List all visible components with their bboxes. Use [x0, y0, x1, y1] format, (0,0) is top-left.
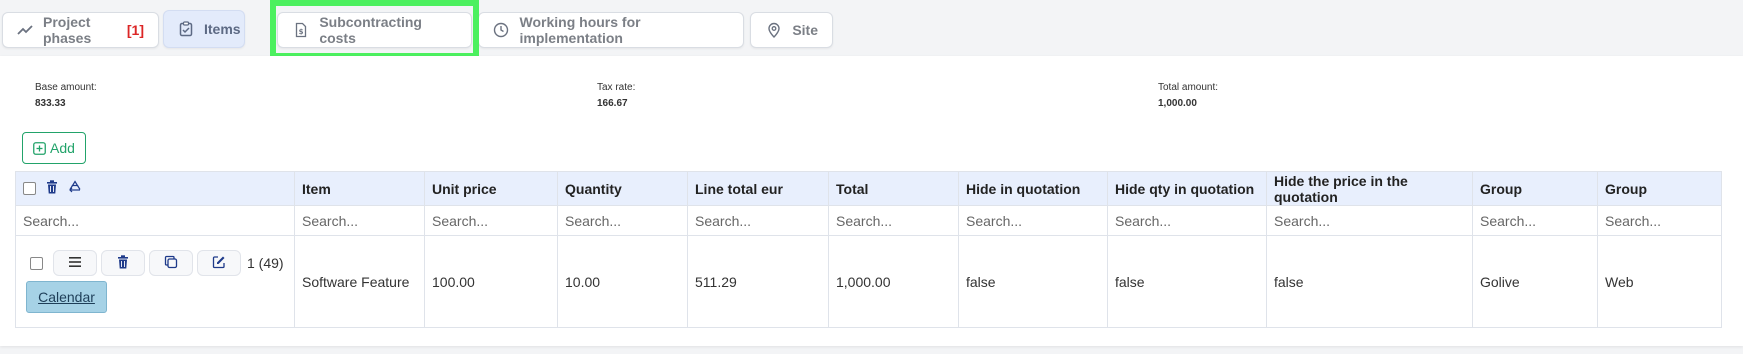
tab-working-hours[interactable]: Working hours for implementation: [478, 12, 744, 48]
table-row[interactable]: 1 (49) Calendar Software Feature 100.00 …: [15, 235, 1722, 328]
menu-icon: [68, 255, 82, 271]
total-amount-value: 1,000.00: [1158, 98, 1197, 109]
column-header-total[interactable]: Total: [828, 171, 959, 206]
search-input-select[interactable]: [23, 212, 287, 229]
cell-group: Golive: [1472, 235, 1598, 328]
search-input-total[interactable]: [836, 212, 951, 229]
svg-text:$: $: [298, 28, 303, 36]
row-copy-button[interactable]: [149, 250, 193, 276]
content-panel: Base amount: 833.33 Tax rate: 166.67 Tot…: [0, 56, 1743, 346]
row-delete-button[interactable]: [101, 250, 145, 276]
tab-label: Subcontracting costs: [319, 14, 422, 46]
column-header-line-total-eur[interactable]: Line total eur: [687, 171, 829, 206]
search-input-unit-price[interactable]: [432, 212, 550, 229]
trash-icon: [117, 254, 129, 272]
search-input-group-2[interactable]: [1605, 212, 1714, 229]
select-all-checkbox[interactable]: [23, 182, 36, 195]
search-input-hide-in-quotation[interactable]: [966, 212, 1100, 229]
tax-rate-label: Tax rate:: [597, 82, 636, 93]
cell-hide-qty: false: [1107, 235, 1267, 328]
tab-label: Items: [204, 21, 241, 37]
column-header-hide-qty[interactable]: Hide qty in quotation: [1107, 171, 1267, 206]
total-amount: Total amount: 1,000.00: [1158, 82, 1218, 109]
clipboard-check-icon: [178, 20, 194, 38]
tax-rate-value: 166.67: [597, 98, 628, 109]
recycle-icon[interactable]: [68, 180, 82, 197]
search-input-hide-price[interactable]: [1274, 212, 1465, 229]
trend-line-icon: [17, 21, 33, 39]
row-menu-button[interactable]: [53, 250, 97, 276]
column-header-quantity[interactable]: Quantity: [557, 171, 688, 206]
search-input-group[interactable]: [1480, 212, 1590, 229]
header-select-cell: [15, 171, 295, 206]
row-edit-button[interactable]: [197, 250, 241, 276]
column-header-group[interactable]: Group: [1472, 171, 1598, 206]
cell-quantity: 10.00: [557, 235, 688, 328]
search-input-hide-qty[interactable]: [1115, 212, 1259, 229]
cell-hide-in-quotation: false: [958, 235, 1108, 328]
calendar-button[interactable]: Calendar: [26, 281, 107, 313]
add-button[interactable]: Add: [22, 132, 86, 164]
total-amount-label: Total amount:: [1158, 82, 1219, 93]
row-checkbox[interactable]: [30, 256, 43, 270]
cell-unit-price: 100.00: [424, 235, 558, 328]
search-input-line-total[interactable]: [695, 212, 821, 229]
base-amount-value: 833.33: [35, 98, 66, 109]
clock-icon: [493, 21, 510, 39]
cell-line-total-eur: 511.29: [687, 235, 829, 328]
search-row: [15, 205, 1722, 236]
column-header-item[interactable]: Item: [294, 171, 425, 206]
base-amount-label: Base amount:: [35, 82, 97, 93]
items-table: Item Unit price Quantity Line total eur …: [15, 171, 1722, 328]
plus-square-icon: [33, 141, 46, 155]
edit-icon: [212, 255, 226, 272]
tab-items[interactable]: Items: [163, 10, 245, 48]
table-header-row: Item Unit price Quantity Line total eur …: [15, 171, 1722, 206]
tab-label: Project phases: [43, 14, 92, 46]
cell-item: Software Feature: [294, 235, 425, 328]
row-actions-cell: 1 (49) Calendar: [15, 235, 295, 328]
cell-total: 1,000.00: [828, 235, 959, 328]
column-header-unit-price[interactable]: Unit price: [424, 171, 558, 206]
tab-subcontracting-costs[interactable]: $ Subcontracting costs: [277, 12, 472, 48]
search-input-quantity[interactable]: [565, 212, 680, 229]
document-dollar-icon: $: [292, 21, 309, 39]
column-header-hide-price[interactable]: Hide the price in the quotation: [1266, 171, 1473, 206]
column-header-group-2[interactable]: Group: [1597, 171, 1722, 206]
cell-hide-price: false: [1266, 235, 1473, 328]
tax-rate: Tax rate: 166.67: [597, 82, 635, 109]
copy-icon: [164, 255, 178, 272]
cell-group-2: Web: [1597, 235, 1722, 328]
base-amount: Base amount: 833.33: [35, 82, 97, 109]
phase-count-badge: [1]: [126, 22, 144, 38]
map-pin-icon: [765, 21, 782, 39]
tab-label: Working hours for implementation: [519, 14, 641, 46]
column-header-hide-in-quotation[interactable]: Hide in quotation: [958, 171, 1108, 206]
tab-label: Site: [792, 22, 818, 38]
tab-site[interactable]: Site: [750, 12, 833, 48]
trash-icon[interactable]: [46, 180, 58, 197]
tab-bar: Project phases [1] Items $ Subcontractin…: [0, 10, 1743, 50]
add-button-label: Add: [50, 140, 75, 156]
tab-project-phases[interactable]: Project phases [1]: [2, 12, 159, 48]
row-count-label: 1 (49): [247, 255, 284, 271]
search-input-item[interactable]: [302, 212, 417, 229]
